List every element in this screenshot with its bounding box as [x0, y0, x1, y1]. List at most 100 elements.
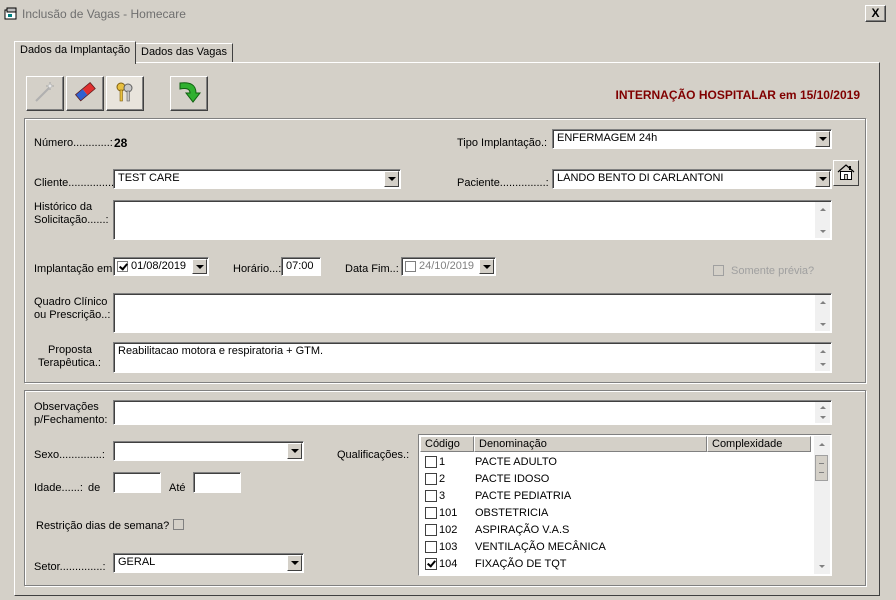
- setor-value: GERAL: [118, 556, 156, 568]
- qualificacao-checkbox[interactable]: [425, 506, 437, 519]
- qualificacao-codigo: 2: [439, 472, 446, 485]
- numero-label: Número............:: [34, 137, 113, 149]
- table-row[interactable]: 1 PACTE ADULTO: [420, 453, 814, 470]
- table-row[interactable]: 104 FIXAÇÃO DE TQT: [420, 555, 814, 572]
- proposta-terapeutica-textarea[interactable]: Reabilitacao motora e respiratoria + GTM…: [113, 342, 832, 373]
- qualificacao-denominacao: ASPIRAÇÃO V.A.S: [475, 523, 570, 536]
- table-row[interactable]: 103 VENTILAÇÃO MECÂNICA: [420, 538, 814, 555]
- table-row[interactable]: 2 PACTE IDOSO: [420, 470, 814, 487]
- chevron-down-icon[interactable]: [815, 131, 830, 147]
- headline-internacao: INTERNAÇÃO HOSPITALAR em 15/10/2019: [615, 88, 860, 102]
- confirm-button[interactable]: [170, 76, 208, 111]
- qualificacao-checkbox[interactable]: [425, 489, 437, 502]
- grid-header-denominacao[interactable]: Denominação: [474, 436, 707, 452]
- grid-rows: 1 PACTE ADULTO 2 PACTE IDOSO 3 PACTE PEDIATRI…: [420, 453, 814, 572]
- observacoes-label-1: Observações: [34, 401, 99, 413]
- idade-label: Idade......:: [34, 482, 83, 494]
- sexo-select[interactable]: [113, 441, 304, 461]
- chevron-down-icon[interactable]: [192, 259, 207, 274]
- title-bar: Inclusão de Vagas - Homecare X: [0, 0, 896, 27]
- horario-label: Horário...:: [233, 263, 282, 275]
- qualificacao-denominacao: FIXAÇÃO DE TQT: [475, 557, 567, 570]
- sexo-label: Sexo..............:: [34, 449, 105, 461]
- proposta-value: Reabilitacao motora e respiratoria + GTM…: [118, 345, 324, 357]
- setor-select[interactable]: GERAL: [113, 553, 304, 573]
- paciente-value: LANDO BENTO DI CARLANTONI: [557, 172, 724, 184]
- proposta-label-1: Proposta: [48, 344, 93, 356]
- tab-dados-implantacao[interactable]: Dados da Implantação: [14, 41, 137, 64]
- restricao-label: Restrição dias de semana?: [36, 520, 170, 532]
- implantacao-date-checkbox[interactable]: [117, 261, 128, 272]
- grid-header-codigo[interactable]: Código: [420, 436, 474, 452]
- qualificacao-denominacao: PACTE PEDIATRIA: [475, 489, 572, 502]
- qualificacao-checkbox[interactable]: [425, 455, 437, 468]
- observacoes-scrollbar[interactable]: [815, 402, 830, 423]
- data-fim-date-picker[interactable]: 24/10/2019: [401, 257, 496, 276]
- qualificacao-codigo: 103: [439, 540, 458, 553]
- quadro-clinico-textarea[interactable]: [113, 293, 832, 333]
- historico-scrollbar[interactable]: [815, 202, 830, 238]
- tab-dados-vagas[interactable]: Dados das Vagas: [135, 43, 234, 63]
- grid-scrollbar[interactable]: [814, 436, 830, 574]
- somente-previa-label: Somente prévia?: [731, 265, 815, 277]
- new-button[interactable]: [26, 76, 64, 111]
- grid-header: Código Denominação Complexidade: [420, 436, 811, 452]
- eraser-icon: [72, 79, 98, 108]
- observacoes-textarea[interactable]: [113, 400, 832, 425]
- table-row[interactable]: 102 ASPIRAÇÃO V.A.S: [420, 521, 814, 538]
- data-fim-label: Data Fim..:: [345, 263, 399, 275]
- horario-input[interactable]: 07:00: [281, 257, 321, 276]
- implantacao-date-picker[interactable]: 01/08/2019: [113, 257, 209, 276]
- historico-label-1: Histórico da: [34, 201, 93, 213]
- window-title: Inclusão de Vagas - Homecare: [22, 6, 186, 21]
- qualificacao-codigo: 104: [439, 557, 458, 570]
- quadro-scrollbar[interactable]: [815, 295, 830, 331]
- qualificacao-codigo: 1: [439, 455, 446, 468]
- qualificacao-checkbox[interactable]: [425, 540, 437, 553]
- qualificacao-codigo: 102: [439, 523, 458, 536]
- qualificacoes-grid[interactable]: Código Denominação Complexidade 1 PACTE A…: [418, 434, 832, 576]
- qualificacao-checkbox[interactable]: [425, 523, 437, 536]
- chevron-down-icon[interactable]: [384, 171, 399, 187]
- idade-de-input[interactable]: [113, 472, 161, 493]
- chevron-down-icon[interactable]: [287, 443, 302, 459]
- idade-ate-label: Até: [169, 482, 186, 494]
- qualificacao-denominacao: PACTE IDOSO: [475, 472, 550, 485]
- table-row[interactable]: 101 OBSTETRICIA: [420, 504, 814, 521]
- clear-button[interactable]: [66, 76, 104, 111]
- somente-previa-checkbox[interactable]: [713, 265, 724, 276]
- qualificacao-codigo: 3: [439, 489, 446, 502]
- qualificacao-checkbox[interactable]: [425, 557, 437, 570]
- qualificacao-checkbox[interactable]: [425, 472, 437, 485]
- restricao-checkbox[interactable]: [173, 519, 184, 530]
- setor-label: Setor..............:: [34, 561, 106, 573]
- numero-value: 28: [114, 136, 128, 150]
- keys-button[interactable]: [106, 76, 144, 111]
- cliente-value: TEST CARE: [118, 172, 180, 184]
- chevron-down-icon[interactable]: [287, 555, 302, 571]
- data-fim-checkbox[interactable]: [405, 261, 416, 272]
- proposta-label-2: Terapêutica.:: [38, 357, 101, 369]
- observacoes-label-2: p/Fechamento:: [34, 414, 108, 426]
- chevron-down-icon[interactable]: [815, 171, 830, 187]
- grid-scroll-thumb[interactable]: [815, 455, 828, 481]
- green-arrow-icon: [174, 77, 204, 110]
- paciente-select[interactable]: LANDO BENTO DI CARLANTONI: [552, 169, 832, 189]
- close-button[interactable]: X: [865, 5, 886, 22]
- cliente-select[interactable]: TEST CARE: [113, 169, 401, 189]
- tipo-implantacao-label: Tipo Implantação.:: [457, 137, 548, 149]
- house-icon: [836, 162, 856, 185]
- historico-textarea[interactable]: [113, 200, 832, 240]
- tipo-implantacao-select[interactable]: ENFERMAGEM 24h: [552, 129, 832, 149]
- proposta-scrollbar[interactable]: [815, 344, 830, 371]
- table-row[interactable]: 3 PACTE PEDIATRIA: [420, 487, 814, 504]
- historico-label-2: Solicitação......:: [34, 214, 109, 226]
- qualificacao-denominacao: OBSTETRICIA: [475, 506, 549, 519]
- idade-de-label: de: [88, 482, 101, 494]
- grid-header-complexidade[interactable]: Complexidade: [707, 436, 811, 452]
- idade-ate-input[interactable]: [193, 472, 241, 493]
- paciente-label: Paciente...............:: [457, 177, 549, 189]
- quadro-label-2: ou Prescrição..:: [34, 309, 111, 321]
- chevron-down-icon[interactable]: [479, 259, 494, 274]
- patient-home-button[interactable]: [833, 160, 859, 186]
